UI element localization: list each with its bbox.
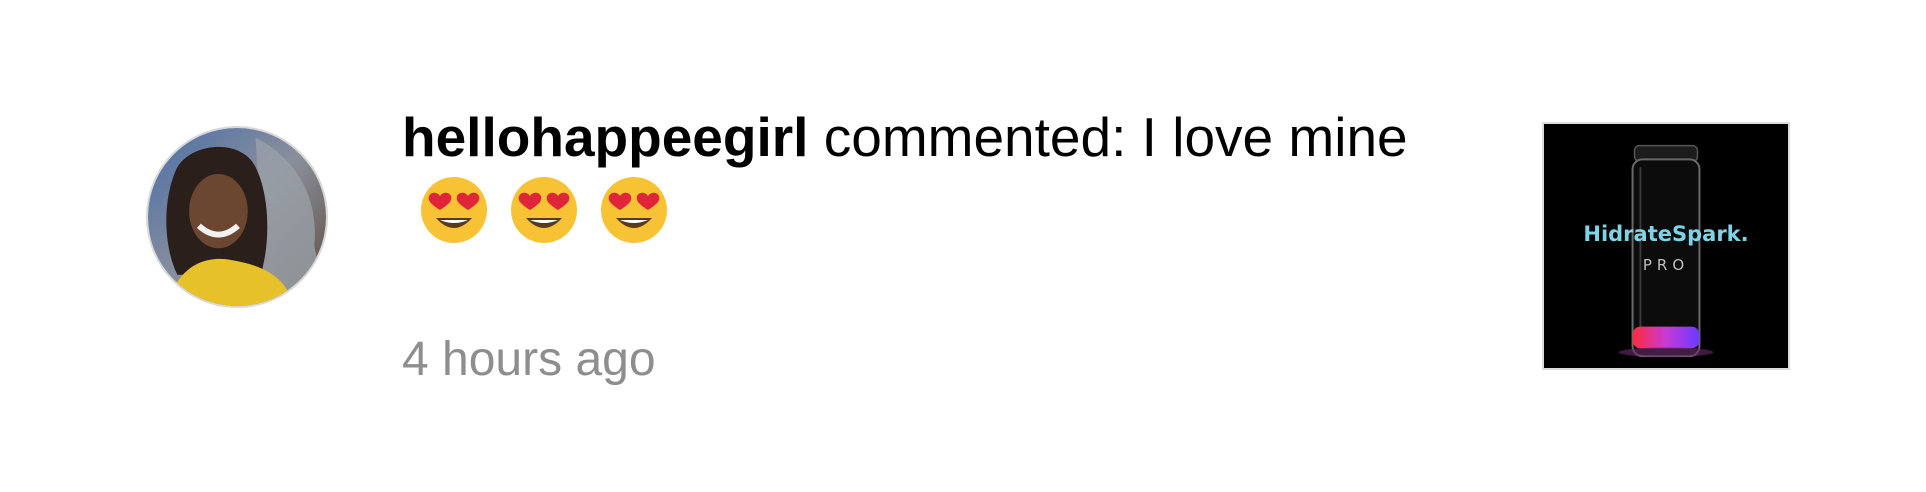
emoji-group: [418, 174, 670, 246]
heart-eyes-emoji-icon: [418, 174, 490, 246]
bottle-image-icon: [1544, 124, 1788, 368]
heart-eyes-emoji-icon: [508, 174, 580, 246]
comment-text: hellohappeegirl commented: I love mine: [402, 100, 1482, 248]
heart-eyes-emoji-icon: [598, 174, 670, 246]
username-link[interactable]: hellohappeegirl: [402, 106, 808, 168]
timestamp: 4 hours ago: [402, 333, 656, 386]
user-avatar[interactable]: [146, 126, 328, 308]
comment-action-text: commented: I love mine: [808, 106, 1408, 168]
post-thumbnail[interactable]: HidrateSpark. PRO: [1542, 122, 1790, 370]
comment-body: hellohappeegirl commented: I love mine: [402, 100, 1482, 248]
comment-notification[interactable]: hellohappeegirl commented: I love mine 4…: [0, 0, 1926, 492]
brand-sub-text: PRO: [1642, 256, 1690, 274]
brand-text: HidrateSpark.: [1583, 222, 1749, 246]
avatar-photo-icon: [148, 128, 326, 306]
